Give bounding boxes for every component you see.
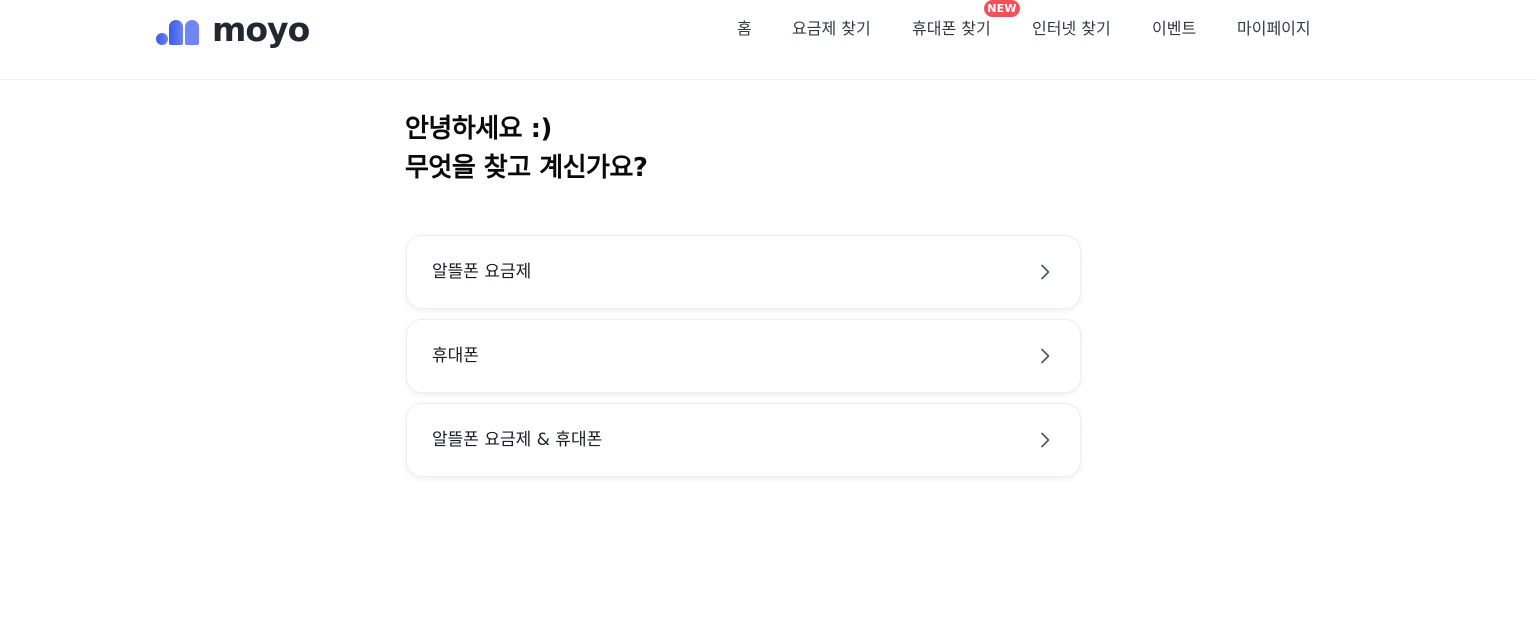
greeting-line-1: 안녕하세요 :) <box>405 114 552 144</box>
option-label: 휴대폰 <box>432 346 479 366</box>
option-phone[interactable]: 휴대폰 <box>406 319 1081 393</box>
option-mvno-plan-and-phone[interactable]: 알뜰폰 요금제 & 휴대폰 <box>406 403 1081 477</box>
site-header: moyo 홈 요금제 찾기 휴대폰 찾기 인터넷 찾기 이벤트 마이페이지 NE… <box>0 0 1537 80</box>
nav-item-home[interactable]: 홈 <box>737 18 752 40</box>
chevron-right-icon <box>1041 264 1050 280</box>
chevron-right-icon <box>1041 432 1050 448</box>
option-list: 알뜰폰 요금제 휴대폰 알뜰폰 요금제 & 휴대폰 <box>406 235 1081 487</box>
nav-item-my-page[interactable]: 마이페이지 <box>1237 18 1311 40</box>
chevron-right-icon <box>1041 348 1050 364</box>
nav-item-events[interactable]: 이벤트 <box>1152 18 1196 40</box>
option-mvno-plan[interactable]: 알뜰폰 요금제 <box>406 235 1081 309</box>
main-nav: 홈 요금제 찾기 휴대폰 찾기 인터넷 찾기 이벤트 마이페이지 <box>0 18 1537 42</box>
option-label: 알뜰폰 요금제 & 휴대폰 <box>432 430 603 450</box>
new-badge: NEW <box>984 0 1020 17</box>
page-greeting: 안녕하세요 :) 무엇을 찾고 계신가요? <box>405 110 648 188</box>
nav-item-find-phones[interactable]: 휴대폰 찾기 <box>912 18 991 40</box>
nav-item-find-plans[interactable]: 요금제 찾기 <box>792 18 871 40</box>
nav-item-find-internet[interactable]: 인터넷 찾기 <box>1032 18 1111 40</box>
greeting-line-2: 무엇을 찾고 계신가요? <box>405 153 648 183</box>
option-label: 알뜰폰 요금제 <box>432 262 532 282</box>
